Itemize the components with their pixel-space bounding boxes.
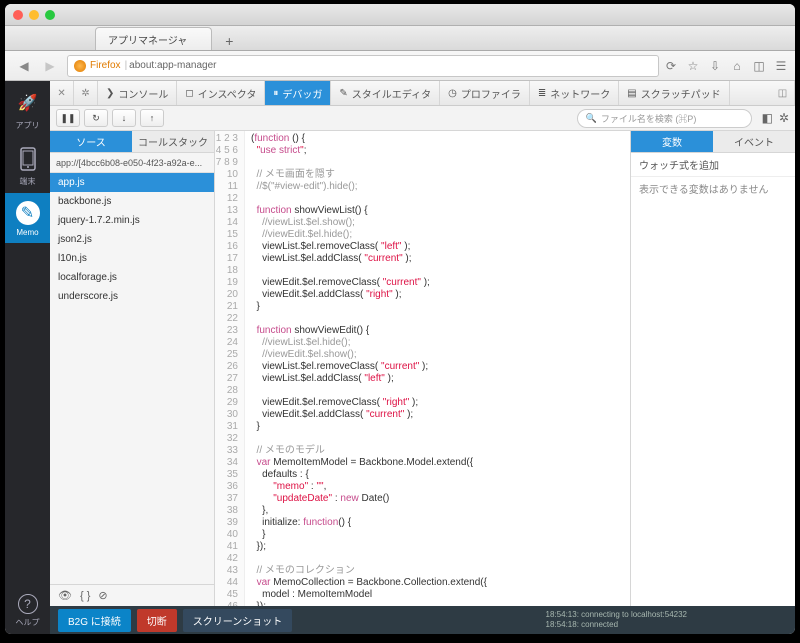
close-window-button[interactable] [13, 10, 23, 20]
help-icon: ? [18, 594, 38, 614]
debugger-controls: ❚❚ ↻ ↓ ↑ 🔍 ファイル名を検索 (⌘P) ◧ ✲ [50, 106, 795, 131]
browser-tabstrip: アプリマネージャ + [5, 26, 795, 51]
status-bar: B2G に接続 切断 スクリーンショット 18:54:13: connectin… [50, 606, 795, 634]
connection-log: 18:54:13: connecting to localhost:54232 … [546, 610, 787, 630]
app-url: app://[4bcc6b08-e050-4f23-a92a-e... [50, 153, 214, 173]
inspect-icon: ◻ [185, 88, 193, 99]
zoom-window-button[interactable] [45, 10, 55, 20]
urlbar-row: ◀ ▶ Firefox | about:app-manager ⟳ ☆ ⇩ ⌂ … [5, 51, 795, 81]
pencil-icon: ✎ [16, 201, 40, 225]
pretty-print-button[interactable]: { } [80, 590, 90, 602]
sidebar-label: 端末 [5, 176, 50, 187]
url-text: about:app-manager [129, 60, 216, 71]
url-field[interactable]: Firefox | about:app-manager [67, 55, 659, 77]
clock-icon: ◷ [448, 88, 457, 99]
new-tab-button[interactable]: + [218, 32, 240, 50]
file-item[interactable]: underscore.js [50, 287, 214, 306]
toggle-breakpoints-button[interactable]: ⊘ [98, 589, 107, 602]
share-icon[interactable]: ⇩ [707, 59, 723, 73]
search-icon: 🔍 [586, 113, 597, 124]
home-icon[interactable]: ⌂ [729, 59, 745, 73]
file-item[interactable]: jquery-1.7.2.min.js [50, 211, 214, 230]
bookmark-icon[interactable]: ◫ [751, 59, 767, 73]
sources-pane: ソース コールスタック app://[4bcc6b08-e050-4f23-a9… [50, 131, 215, 606]
code-content: (function () { "use strict"; // メモ画面を隠す … [245, 131, 630, 606]
file-item[interactable]: localforage.js [50, 268, 214, 287]
left-sidebar: 🚀 アプリ 端末 ✎ Memo ? ヘルプ [5, 81, 50, 634]
blackbox-icon[interactable]: 👁 [58, 589, 72, 602]
minimize-window-button[interactable] [29, 10, 39, 20]
sidebar-label: Memo [5, 228, 50, 237]
tab-style-editor[interactable]: ✎スタイルエディタ [331, 81, 440, 105]
tab-sources[interactable]: ソース [50, 131, 132, 152]
network-icon: ≣ [538, 88, 546, 99]
titlebar [5, 4, 795, 26]
firefox-logo-icon [74, 60, 86, 72]
file-search-input[interactable]: 🔍 ファイル名を検索 (⌘P) [577, 109, 752, 128]
close-devtools-button[interactable]: ✕ [50, 81, 74, 105]
pause-icon: ⏸ [273, 88, 278, 99]
back-button[interactable]: ◀ [11, 56, 37, 76]
tab-callstack[interactable]: コールスタック [132, 131, 214, 152]
step-out-button[interactable]: ↑ [140, 109, 164, 127]
file-list: app.jsbackbone.jsjquery-1.7.2.min.jsjson… [50, 173, 214, 584]
tab-variables[interactable]: 変数 [631, 131, 713, 152]
reload-icon[interactable]: ⟳ [663, 59, 679, 73]
menu-icon[interactable]: ☰ [773, 59, 789, 73]
scratchpad-icon: ▤ [627, 88, 636, 99]
phone-icon [14, 145, 42, 173]
chevron-icon: ❯ [106, 88, 114, 99]
forward-button[interactable]: ▶ [37, 56, 63, 76]
sidebar-label: アプリ [5, 120, 50, 131]
dock-button[interactable]: ◫ [771, 81, 795, 105]
file-item[interactable]: l10n.js [50, 249, 214, 268]
toggle-panes-button[interactable]: ◧ [762, 111, 773, 125]
tab-profiler[interactable]: ◷プロファイラ [440, 81, 530, 105]
screenshot-button[interactable]: スクリーンショット [183, 609, 293, 632]
line-gutter: 1 2 3 4 5 6 7 8 9 10 11 12 13 14 15 16 1… [215, 131, 245, 606]
tab-console[interactable]: ❯コンソール [98, 81, 177, 105]
browser-tab[interactable]: アプリマネージャ [95, 27, 212, 50]
rocket-icon: 🚀 [14, 89, 42, 117]
tab-debugger[interactable]: ⏸デバッガ [265, 81, 331, 105]
add-watch-expression[interactable]: ウォッチ式を追加 [631, 153, 795, 177]
sidebar-label: ヘルプ [5, 617, 50, 628]
tab-events[interactable]: イベント [713, 131, 795, 152]
step-over-button[interactable]: ↻ [84, 109, 108, 127]
code-editor[interactable]: 1 2 3 4 5 6 7 8 9 10 11 12 13 14 15 16 1… [215, 131, 630, 606]
sidebar-item-device[interactable]: 端末 [5, 137, 50, 193]
debugger-settings-button[interactable]: ✲ [779, 111, 789, 125]
pause-button[interactable]: ❚❚ [56, 109, 80, 127]
disconnect-button[interactable]: 切断 [137, 609, 177, 632]
devtools-options-button[interactable]: ✲ [74, 81, 98, 105]
file-item[interactable]: json2.js [50, 230, 214, 249]
sidebar-item-memo[interactable]: ✎ Memo [5, 193, 50, 243]
tab-network[interactable]: ≣ネットワーク [530, 81, 619, 105]
file-item[interactable]: backbone.js [50, 192, 214, 211]
search-placeholder: ファイル名を検索 (⌘P) [601, 112, 697, 125]
sidebar-item-help[interactable]: ? ヘルプ [5, 586, 50, 634]
devtools-tabs: ✕ ✲ ❯コンソール ◻インスペクタ ⏸デバッガ ✎スタイルエディタ ◷プロファ… [50, 81, 795, 106]
tab-scratchpad[interactable]: ▤スクラッチパッド [619, 81, 729, 105]
tab-inspector[interactable]: ◻インスペクタ [177, 81, 265, 105]
connect-b2g-button[interactable]: B2G に接続 [58, 609, 131, 632]
file-item[interactable]: app.js [50, 173, 214, 192]
no-variables-message: 表示できる変数はありません [631, 177, 795, 200]
variables-pane: 変数 イベント ウォッチ式を追加 表示できる変数はありません [630, 131, 795, 606]
style-icon: ✎ [339, 88, 347, 99]
search-icon[interactable]: ☆ [685, 59, 701, 73]
step-in-button[interactable]: ↓ [112, 109, 136, 127]
url-scheme: Firefox [90, 60, 121, 71]
sidebar-item-apps[interactable]: 🚀 アプリ [5, 81, 50, 137]
